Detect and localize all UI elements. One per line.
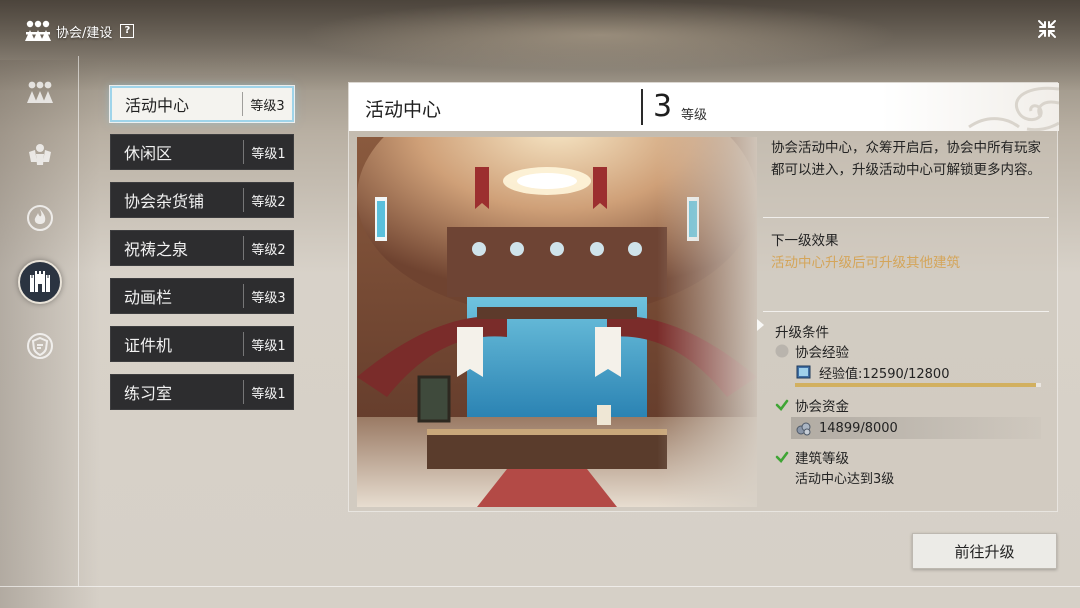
castle-icon [30, 271, 50, 292]
check-icon [775, 399, 789, 411]
detail-title-bar: 活动中心 3 等级 [349, 83, 1059, 131]
rail-divider [78, 56, 79, 586]
condition-level-label: 建筑等级 [795, 451, 849, 467]
building-item[interactable]: 祝祷之泉 等级2 [110, 230, 294, 266]
exp-progress-bar [795, 383, 1041, 387]
building-item[interactable]: 动画栏 等级3 [110, 278, 294, 314]
building-item[interactable]: 活动中心 等级3 [110, 86, 294, 122]
shield-icon [27, 333, 53, 359]
building-name: 证件机 [124, 336, 173, 355]
exp-book-icon [796, 365, 811, 379]
association-logo-icon [25, 20, 51, 41]
building-item[interactable]: 协会杂货铺 等级2 [110, 182, 294, 218]
section-divider [763, 217, 1049, 218]
condition-exp-label: 协会经验 [795, 345, 849, 361]
next-level-effect-value: 活动中心升级后可升级其他建筑 [771, 255, 960, 271]
next-level-effect-title: 下一级效果 [771, 233, 839, 249]
building-level: 等级1 [251, 338, 286, 354]
condition-level-value: 活动中心达到3级 [795, 471, 895, 487]
detail-title: 活动中心 [365, 99, 442, 121]
upgrade-conditions-title: 升级条件 [775, 325, 829, 341]
rail-members-button[interactable] [18, 70, 62, 114]
bottom-divider [0, 586, 1080, 587]
rail-crest-button[interactable] [18, 132, 62, 176]
collapse-icon[interactable] [1036, 18, 1058, 40]
building-name: 动画栏 [124, 288, 173, 307]
building-illustration [357, 137, 757, 507]
title-separator [641, 89, 643, 125]
funds-icon [796, 422, 811, 436]
condition-exp: 协会经验 经验值:12590/12800 [775, 341, 1045, 391]
condition-exp-value: 经验值:12590/12800 [819, 366, 950, 382]
members-icon [27, 81, 53, 103]
detail-level-number: 3 [653, 89, 673, 124]
building-item[interactable]: 练习室 等级1 [110, 374, 294, 410]
building-name: 练习室 [124, 384, 173, 403]
unmet-dot-icon [775, 344, 789, 358]
condition-building-level: 建筑等级 活动中心达到3级 [775, 447, 1045, 491]
condition-funds-label: 协会资金 [795, 399, 849, 415]
building-name: 休闲区 [124, 144, 173, 163]
crest-icon [29, 144, 51, 165]
building-description: 协会活动中心，众筹开启后，协会中所有玩家都可以进入，升级活动中心可解锁更多内容。 [771, 140, 1041, 178]
section-divider [763, 311, 1049, 312]
top-bar: 协会/建设 ? [24, 16, 135, 46]
building-level: 等级2 [251, 194, 286, 210]
breadcrumb: 协会/建设 [56, 25, 113, 41]
rail-shield-button[interactable] [18, 324, 62, 368]
go-upgrade-button[interactable]: 前往升级 [912, 533, 1057, 569]
rail-flame-button[interactable] [18, 196, 62, 240]
ornament-decoration [968, 86, 1059, 131]
flame-icon [27, 205, 53, 231]
building-level: 等级1 [251, 386, 286, 402]
rail-castle-button[interactable] [18, 260, 62, 304]
building-item[interactable]: 休闲区 等级1 [110, 134, 294, 170]
building-level: 等级2 [251, 242, 286, 258]
building-name: 活动中心 [125, 96, 190, 115]
background-glow [300, 0, 900, 70]
exp-progress-fill [795, 383, 1037, 387]
detail-level-label: 等级 [681, 108, 708, 123]
building-name: 协会杂货铺 [124, 192, 205, 211]
building-detail-panel: 活动中心 3 等级 协会活动中心，众筹开启后，协会中所有玩家都可以进入，升级活动… [348, 82, 1059, 512]
help-icon[interactable]: ? [120, 24, 135, 38]
building-level: 等级3 [250, 98, 285, 114]
conditions-arrow [757, 319, 764, 331]
check-icon [775, 451, 789, 463]
condition-funds-value: 14899/8000 [819, 420, 898, 436]
activity-center-image [357, 137, 757, 507]
building-name: 祝祷之泉 [124, 240, 189, 259]
building-item[interactable]: 证件机 等级1 [110, 326, 294, 362]
building-level: 等级3 [251, 290, 286, 306]
building-level: 等级1 [251, 146, 286, 162]
condition-funds: 协会资金 14899/8000 [775, 395, 1045, 441]
